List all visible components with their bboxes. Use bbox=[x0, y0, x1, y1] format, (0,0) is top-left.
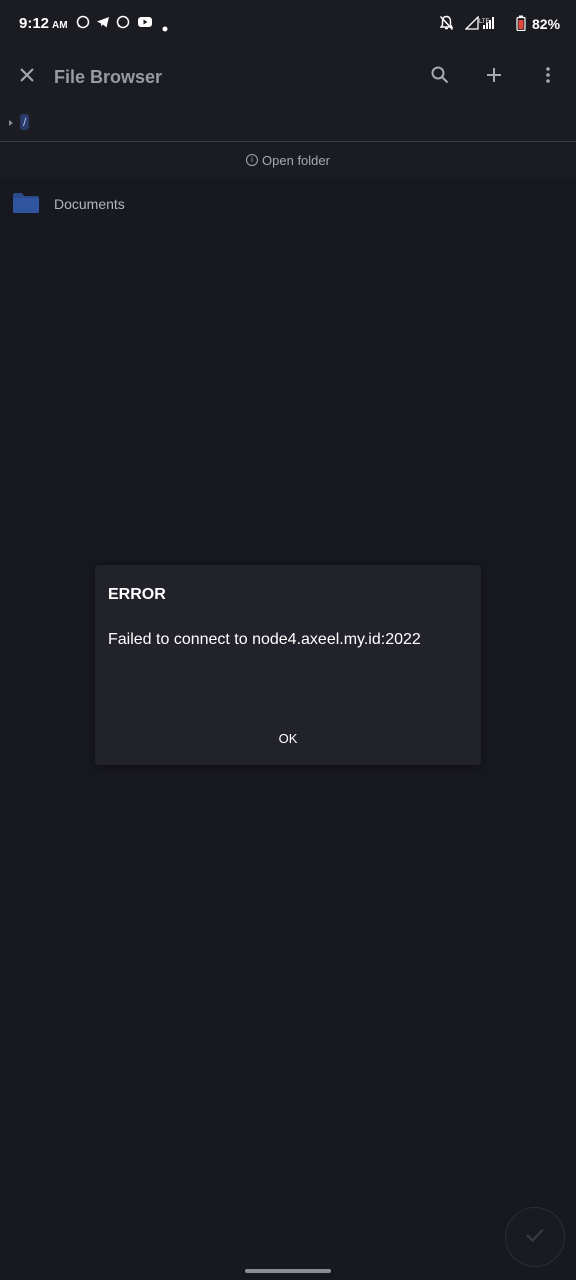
home-indicator[interactable] bbox=[245, 1269, 331, 1273]
ok-button[interactable]: OK bbox=[258, 721, 318, 755]
file-name: Documents bbox=[54, 196, 125, 212]
breadcrumb: / bbox=[0, 106, 576, 142]
status-time: 9:12 AM bbox=[19, 15, 68, 32]
status-time-value: 9:12 bbox=[19, 15, 50, 32]
dialog-title: ERROR bbox=[108, 586, 166, 603]
close-button[interactable] bbox=[11, 61, 43, 93]
status-time-ampm: AM bbox=[52, 20, 68, 31]
breadcrumb-arrow-icon bbox=[9, 120, 13, 126]
check-icon bbox=[525, 1227, 545, 1248]
open-folder-label: Open folder bbox=[262, 152, 330, 168]
confirm-fab-button[interactable] bbox=[505, 1207, 565, 1267]
info-icon: i bbox=[246, 154, 259, 166]
youtube-icon bbox=[137, 15, 153, 34]
error-dialog: ERROR Failed to connect to node4.axeel.m… bbox=[95, 565, 481, 765]
signal-lte-icon: LTE bbox=[464, 15, 495, 35]
app-title: File Browser bbox=[54, 67, 163, 87]
battery-icon bbox=[516, 15, 526, 36]
status-bar: 9:12 AM LTE 82% bbox=[0, 0, 576, 48]
more-options-button[interactable] bbox=[532, 61, 564, 93]
whatsapp-icon bbox=[76, 15, 90, 34]
whatsapp-icon bbox=[116, 15, 130, 34]
telegram-icon bbox=[96, 15, 110, 34]
app-bar: File Browser bbox=[0, 48, 576, 106]
notification-dot-icon bbox=[162, 19, 168, 37]
list-item[interactable]: Documents bbox=[0, 184, 576, 224]
add-button[interactable] bbox=[478, 61, 510, 93]
more-vertical-icon bbox=[546, 66, 550, 88]
folder-icon bbox=[13, 193, 39, 218]
close-icon bbox=[20, 67, 34, 87]
battery-percentage: 82% bbox=[532, 16, 561, 32]
search-icon bbox=[431, 66, 449, 89]
search-button[interactable] bbox=[424, 61, 456, 93]
dialog-message: Failed to connect to node4.axeel.my.id:2… bbox=[108, 631, 421, 648]
notifications-off-icon bbox=[439, 15, 454, 36]
open-folder-button[interactable]: i Open folder bbox=[0, 142, 576, 178]
add-icon bbox=[486, 67, 502, 88]
breadcrumb-root[interactable]: / bbox=[20, 114, 30, 130]
